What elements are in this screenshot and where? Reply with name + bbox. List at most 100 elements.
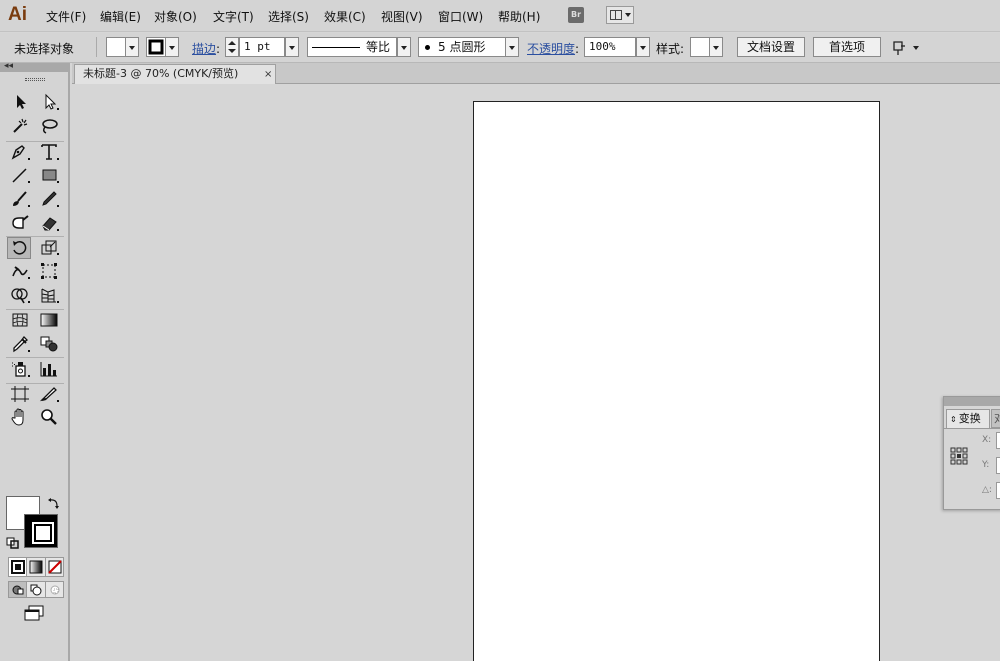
- opacity-dropdown[interactable]: [636, 37, 650, 57]
- shear-input[interactable]: [996, 482, 1000, 499]
- fill-swatch[interactable]: [106, 37, 126, 57]
- stroke-swatch[interactable]: [146, 37, 166, 57]
- menu-window[interactable]: 窗口(W): [438, 8, 483, 25]
- swap-fill-stroke-button[interactable]: [47, 496, 61, 510]
- warp-tool[interactable]: [9, 261, 33, 283]
- stroke-weight-input[interactable]: 1 pt: [239, 37, 285, 57]
- draw-behind-button[interactable]: [27, 582, 46, 597]
- rotate-tool[interactable]: [7, 237, 31, 259]
- column-graph-tool[interactable]: [38, 359, 62, 381]
- gradient-swatch-icon: [29, 560, 43, 574]
- transform-panel: ⇕变换 对 X: Y: △:: [943, 396, 1000, 510]
- rectangle-tool[interactable]: [38, 165, 62, 187]
- rectangle-icon: [42, 169, 59, 183]
- stroke-color-box[interactable]: [24, 514, 58, 548]
- menu-help[interactable]: 帮助(H): [498, 8, 540, 25]
- app-logo: Ai: [8, 4, 27, 25]
- layout-grid-icon: [610, 10, 622, 20]
- menu-type[interactable]: 文字(T): [213, 8, 254, 25]
- tools-panel: ◂◂: [0, 61, 70, 661]
- pencil-tool[interactable]: [38, 189, 62, 211]
- divider: [96, 37, 97, 57]
- stroke-weight-dropdown[interactable]: [285, 37, 299, 57]
- tools-panel-header[interactable]: ◂◂: [0, 61, 70, 72]
- zoom-tool[interactable]: [38, 407, 62, 429]
- menu-select[interactable]: 选择(S): [268, 8, 309, 25]
- color-button[interactable]: [9, 558, 27, 576]
- stroke-dropdown[interactable]: [165, 37, 179, 57]
- fill-dropdown[interactable]: [125, 37, 139, 57]
- hand-tool[interactable]: [9, 407, 33, 429]
- selection-tool[interactable]: [9, 92, 33, 114]
- menu-edit[interactable]: 编辑(E): [100, 8, 141, 25]
- eraser-tool[interactable]: [38, 213, 62, 235]
- graphic-style-swatch[interactable]: [690, 37, 710, 57]
- free-transform-tool[interactable]: [38, 261, 62, 283]
- menu-view[interactable]: 视图(V): [381, 8, 423, 25]
- artboard-tool[interactable]: [9, 384, 33, 406]
- blob-brush-icon: [12, 215, 29, 229]
- shape-builder-tool[interactable]: [9, 285, 33, 307]
- draw-behind-icon: [30, 584, 42, 596]
- opacity-input[interactable]: 100%: [584, 37, 636, 57]
- tab-transform[interactable]: ⇕ 变换: [946, 409, 990, 428]
- bridge-button[interactable]: Br: [568, 7, 584, 23]
- panel-grip[interactable]: [25, 78, 45, 81]
- gradient-button[interactable]: [27, 558, 46, 576]
- brush-definition[interactable]: 5 点圆形: [418, 37, 506, 57]
- direct-selection-tool[interactable]: [38, 92, 62, 114]
- eyedropper-tool[interactable]: [9, 334, 33, 356]
- collapse-icon[interactable]: ◂◂: [4, 61, 13, 71]
- blend-tool[interactable]: [38, 334, 62, 356]
- magic-wand-tool[interactable]: [9, 116, 33, 138]
- mesh-tool[interactable]: [9, 310, 33, 332]
- lasso-icon: [42, 119, 58, 134]
- default-colors-button[interactable]: [6, 537, 20, 549]
- stroke-weight-stepper[interactable]: [225, 37, 239, 57]
- shear-label: △:: [982, 485, 992, 495]
- pen-tool[interactable]: [9, 142, 33, 164]
- scale-icon: [41, 240, 59, 255]
- artboard[interactable]: [473, 101, 880, 661]
- panel-menu-button[interactable]: [891, 39, 921, 57]
- close-icon[interactable]: ×: [264, 66, 272, 84]
- reference-point-icon[interactable]: [950, 447, 968, 465]
- document-tab[interactable]: 未标题-3 @ 70% (CMYK/预览) ×: [74, 64, 276, 84]
- preferences-button[interactable]: 首选项: [813, 37, 881, 57]
- symbol-sprayer-tool[interactable]: [9, 359, 33, 381]
- stroke-label[interactable]: 描边:: [192, 40, 220, 57]
- brush-dropdown[interactable]: [505, 37, 519, 57]
- document-setup-button[interactable]: 文档设置: [737, 37, 805, 57]
- blob-brush-tool[interactable]: [9, 213, 33, 235]
- type-tool[interactable]: [38, 142, 62, 164]
- menu-file[interactable]: 文件(F): [46, 8, 86, 25]
- line-segment-tool[interactable]: [9, 165, 33, 187]
- profile-dropdown[interactable]: [397, 37, 411, 57]
- menu-object[interactable]: 对象(O): [154, 8, 197, 25]
- x-input[interactable]: [996, 432, 1000, 449]
- scale-tool[interactable]: [38, 237, 62, 259]
- gradient-tool[interactable]: [38, 310, 62, 332]
- y-input[interactable]: [996, 457, 1000, 474]
- transform-panel-header[interactable]: [944, 397, 1000, 406]
- draw-inside-button[interactable]: [46, 582, 64, 597]
- lasso-tool[interactable]: [38, 116, 62, 138]
- pen-icon: [11, 145, 30, 160]
- none-button[interactable]: [46, 558, 64, 576]
- change-screen-mode-button[interactable]: [22, 604, 46, 622]
- pencil-icon: [42, 191, 59, 207]
- slice-tool[interactable]: [38, 384, 62, 406]
- tab-align[interactable]: 对: [991, 409, 1000, 428]
- perspective-grid-tool[interactable]: [38, 285, 62, 307]
- column-graph-icon: [40, 362, 57, 377]
- arrange-documents-button[interactable]: [606, 6, 634, 24]
- gradient-icon: [40, 313, 58, 327]
- variable-width-profile[interactable]: 等比: [307, 37, 397, 57]
- eraser-icon: [42, 217, 59, 231]
- style-dropdown[interactable]: [709, 37, 723, 57]
- free-transform-icon: [41, 263, 57, 279]
- opacity-label[interactable]: 不透明度:: [527, 40, 579, 57]
- paintbrush-tool[interactable]: [9, 189, 33, 211]
- draw-normal-button[interactable]: [9, 582, 27, 597]
- menu-effect[interactable]: 效果(C): [324, 8, 366, 25]
